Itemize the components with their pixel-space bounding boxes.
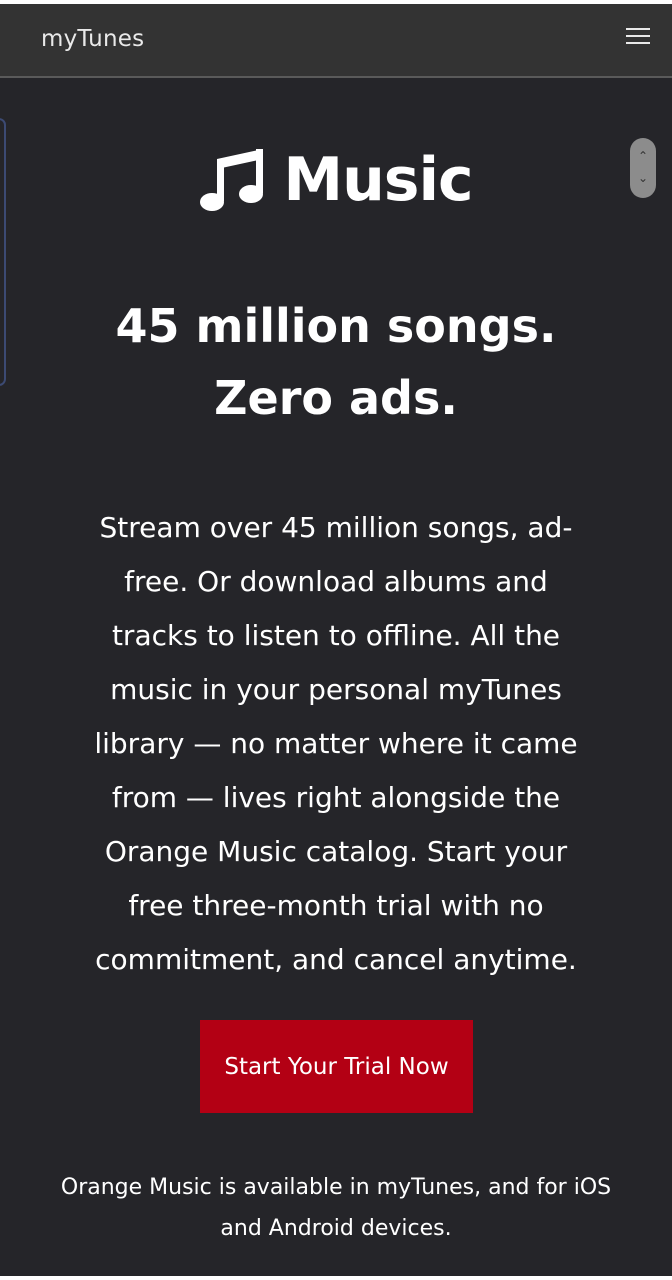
hero-description: Stream over 45 million songs, ad-free. O… [94,511,578,976]
page-headline: 45 million songs. Zero ads. [115,299,557,425]
top-navbar: myTunes [0,4,672,78]
start-trial-button[interactable]: Start Your Trial Now [200,1020,473,1113]
availability-note: Orange Music is available in myTunes, an… [60,1175,612,1241]
hero-section: ⌃ ⌄ Music 45 million songs. Zero ads. St… [0,78,672,1276]
screen: myTunes ⌃ ⌄ Music 45 million songs. Zero… [0,0,672,1280]
music-logo: Music [0,140,672,220]
logo-text: Music [283,145,473,215]
music-note-icon [200,149,264,211]
hamburger-menu-icon[interactable] [626,28,650,46]
brand-link[interactable]: myTunes [41,26,144,52]
